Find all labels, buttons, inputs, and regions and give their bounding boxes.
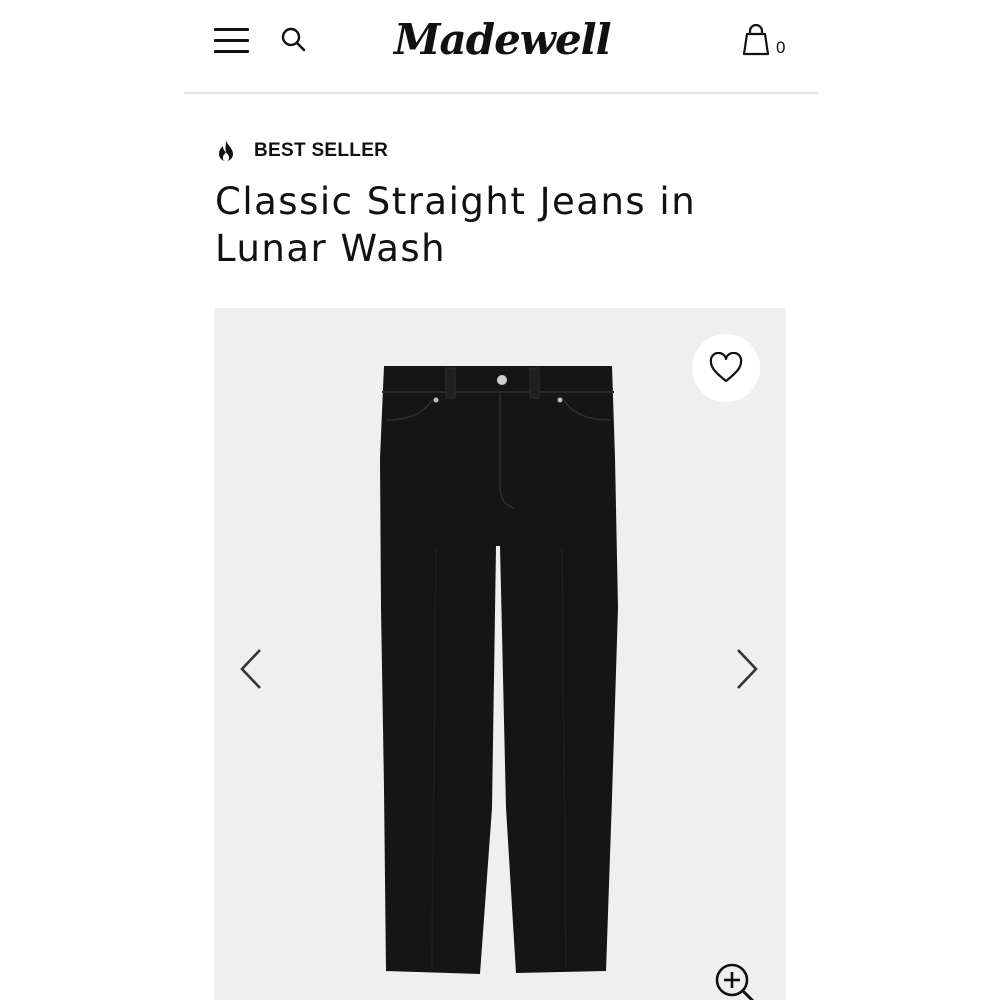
chevron-left-icon bbox=[240, 649, 261, 689]
previous-image-button[interactable] bbox=[230, 644, 270, 694]
product-page: Madewell 0 BEST SELLER Classic Straight … bbox=[0, 0, 1000, 1000]
menu-line bbox=[214, 39, 249, 42]
zoom-button[interactable] bbox=[710, 960, 758, 1000]
heart-icon bbox=[709, 352, 743, 383]
search-icon bbox=[281, 27, 306, 52]
shopping-bag-button[interactable]: 0 bbox=[740, 23, 792, 60]
site-header: Madewell 0 bbox=[184, 0, 818, 94]
flame-icon bbox=[219, 140, 233, 162]
brand-logo[interactable]: Madewell bbox=[394, 10, 612, 70]
bag-count: 0 bbox=[776, 38, 786, 57]
shopping-bag-icon bbox=[742, 23, 770, 56]
zoom-in-icon bbox=[715, 963, 755, 1000]
product-image-carousel[interactable] bbox=[214, 308, 786, 1000]
menu-button[interactable] bbox=[214, 24, 250, 56]
product-title: Classic Straight Jeans in Lunar Wash bbox=[215, 180, 697, 270]
wishlist-button[interactable] bbox=[692, 334, 760, 402]
search-button[interactable] bbox=[280, 26, 308, 54]
brand-logo-text: Madewell bbox=[394, 15, 612, 64]
best-seller-badge: BEST SELLER bbox=[216, 138, 388, 164]
chevron-right-icon bbox=[737, 649, 758, 689]
menu-line bbox=[214, 28, 249, 31]
badge-label: BEST SELLER bbox=[254, 140, 389, 161]
product-image-jeans bbox=[380, 366, 618, 974]
next-image-button[interactable] bbox=[728, 644, 768, 694]
menu-line bbox=[214, 50, 249, 53]
